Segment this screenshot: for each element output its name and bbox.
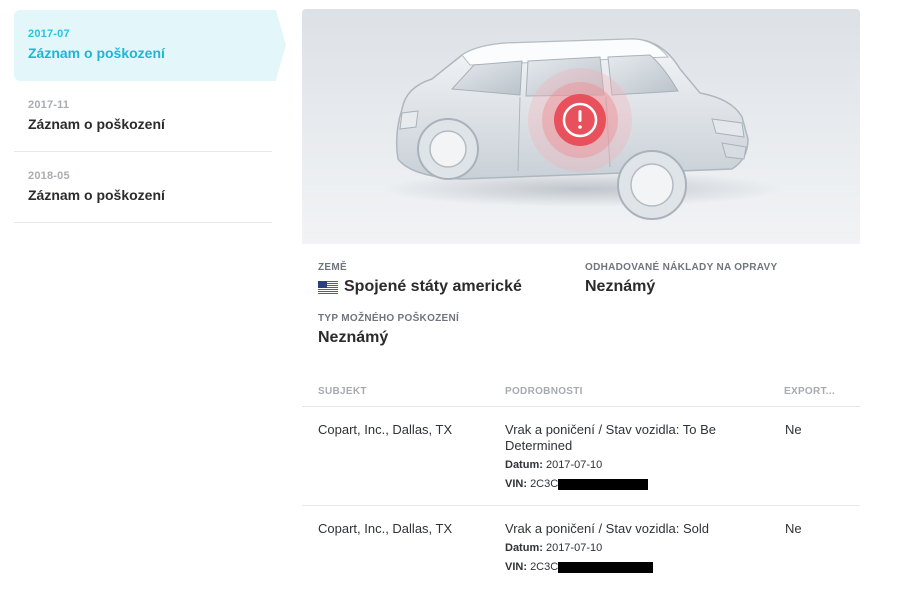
row-date-value: 2017-07-10: [545, 459, 603, 471]
damage-info: ZEMĚ Spojené státy americké ODHADOVANÉ N…: [302, 244, 860, 366]
row-vin-value: 2C3C: [530, 478, 559, 490]
country-value-row: Spojené státy americké: [318, 278, 522, 296]
sidebar-item-date: 2017-07: [28, 28, 70, 40]
sidebar-item-title: Záznam o poškození: [28, 116, 165, 132]
vin-redaction: [558, 561, 654, 573]
row-date-label: Datum:: [505, 542, 543, 554]
vin-redaction: [558, 478, 649, 490]
record-sidebar: 2017-07 Záznam o poškození 2017-11 Zázna…: [14, 10, 286, 223]
repair-cost-block: ODHADOVANÉ NÁKLADY NA OPRAVY Neznámý: [585, 262, 778, 296]
damage-type-value: Neznámý: [318, 329, 389, 346]
sidebar-item-2018-05[interactable]: 2018-05 Záznam o poškození: [14, 152, 272, 223]
repair-cost-label: ODHADOVANÉ NÁKLADY NA OPRAVY: [585, 262, 778, 273]
row-date: Datum: 2017-07-10: [505, 540, 745, 556]
table-row: Copart, Inc., Dallas, TX Vrak a poničení…: [302, 407, 860, 506]
us-flag-icon: [318, 280, 338, 294]
exclamation-circle-icon: [554, 94, 606, 146]
row-export: Ne: [785, 521, 802, 536]
car-illustration: [382, 38, 782, 220]
row-subject: Copart, Inc., Dallas, TX: [318, 422, 453, 437]
row-details: Vrak a poničení / Stav vozidla: To Be De…: [505, 422, 745, 492]
country-label: ZEMĚ: [318, 262, 347, 273]
column-header-subject: SUBJEKT: [318, 386, 367, 397]
row-details-text: Vrak a poničení / Stav vozidla: To Be De…: [505, 422, 717, 453]
sidebar-item-date: 2018-05: [28, 170, 70, 182]
repair-cost-value: Neznámý: [585, 278, 656, 295]
row-export: Ne: [785, 422, 802, 437]
sidebar-item-title: Záznam o poškození: [28, 187, 165, 203]
sidebar-item-2017-07[interactable]: 2017-07 Záznam o poškození: [14, 10, 286, 81]
table-row: Copart, Inc., Dallas, TX Vrak a poničení…: [302, 506, 860, 591]
sidebar-item-2017-11[interactable]: 2017-11 Záznam o poškození: [14, 81, 272, 152]
row-details-text: Vrak a poničení / Stav vozidla: Sold: [505, 521, 710, 536]
record-detail: ZEMĚ Spojené státy americké ODHADOVANÉ N…: [302, 9, 860, 591]
country-block: ZEMĚ Spojené státy americké: [318, 262, 522, 296]
row-date-value: 2017-07-10: [545, 542, 603, 554]
sidebar-item-title: Záznam o poškození: [28, 45, 165, 61]
row-vin-value: 2C3C: [530, 561, 559, 573]
row-vin-label: VIN:: [505, 561, 527, 573]
row-details: Vrak a poničení / Stav vozidla: Sold Dat…: [505, 521, 745, 575]
column-header-export: EXPORT...: [784, 386, 836, 397]
sidebar-item-date: 2017-11: [28, 99, 70, 111]
damage-type-label: TYP MOŽNÉHO POŠKOZENÍ: [318, 313, 460, 324]
row-date: Datum: 2017-07-10: [505, 457, 745, 473]
damage-type-block: TYP MOŽNÉHO POŠKOZENÍ Neznámý: [318, 313, 459, 347]
row-subject: Copart, Inc., Dallas, TX: [318, 521, 453, 536]
country-value: Spojené státy americké: [344, 278, 522, 295]
row-vin-label: VIN:: [505, 478, 527, 490]
row-vin: VIN: 2C3C: [505, 559, 745, 575]
row-vin: VIN: 2C3C: [505, 476, 745, 492]
vehicle-damage-illustration: [302, 9, 860, 244]
records-table-header: SUBJEKT PODROBNOSTI EXPORT...: [302, 366, 860, 407]
column-header-details: PODROBNOSTI: [505, 386, 583, 397]
row-date-label: Datum:: [505, 459, 543, 471]
